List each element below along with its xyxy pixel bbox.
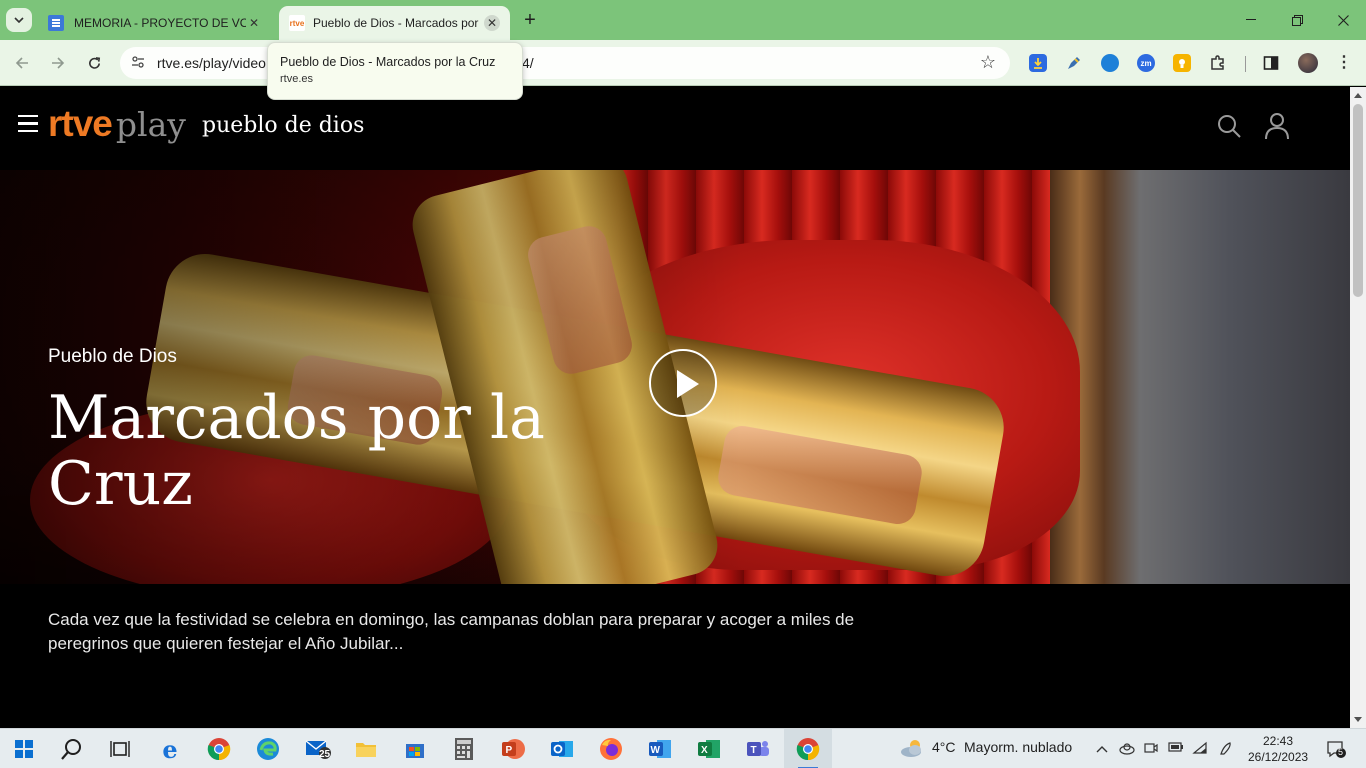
rtve-play-logo[interactable]: rtve play	[48, 103, 186, 145]
hero-banner[interactable]: Pueblo de Dios Marcados por la Cruz	[0, 170, 1350, 584]
url-text: rtve.es/play/video	[157, 55, 266, 71]
minimize-button[interactable]	[1228, 8, 1274, 32]
close-icon[interactable]: ✕	[484, 15, 500, 31]
chrome-icon[interactable]	[794, 735, 822, 763]
svg-text:T: T	[751, 745, 757, 756]
restore-icon	[1291, 14, 1303, 26]
internet-explorer-icon[interactable]: e	[156, 735, 184, 764]
tab-search-button[interactable]	[6, 8, 32, 32]
arrow-right-icon	[52, 57, 65, 69]
notifications-button[interactable]: 5	[1326, 739, 1346, 759]
weather-temperature[interactable]: 4°C	[932, 739, 956, 755]
store-icon[interactable]	[401, 735, 429, 763]
reload-icon	[88, 56, 100, 69]
onedrive-icon[interactable]	[1118, 741, 1136, 758]
address-bar[interactable]: rtve.es/play/video 4/ ☆	[120, 47, 1010, 79]
logo-product: play	[115, 105, 186, 144]
episode-description: Cada vez que la festividad se celebra en…	[48, 610, 855, 653]
tune-icon	[132, 56, 144, 68]
scrollbar-thumb[interactable]	[1353, 104, 1363, 297]
tab-pueblo-de-dios[interactable]: rtve Pueblo de Dios - Marcados por ✕	[279, 6, 510, 40]
meet-now-icon[interactable]	[1144, 741, 1158, 758]
weather-description[interactable]: Mayorm. nublado	[964, 739, 1072, 755]
play-button[interactable]	[649, 349, 717, 417]
windows-taskbar: e 25 P W X T 4°C Mayorm. nublado 22:43 2…	[0, 728, 1366, 768]
outlook-icon[interactable]	[548, 735, 576, 763]
program-title[interactable]: Pueblo de Dios	[48, 346, 177, 368]
site-header: rtve play pueblo de dios	[0, 87, 1350, 170]
powerpoint-icon[interactable]: P	[499, 735, 527, 763]
arrow-left-icon	[15, 57, 28, 69]
back-button[interactable]	[9, 50, 35, 76]
reload-button[interactable]	[81, 50, 107, 76]
notification-count: 5	[1338, 747, 1344, 757]
side-panel-icon[interactable]	[1262, 54, 1280, 72]
close-icon	[1337, 14, 1349, 26]
url-text-tail: 4/	[522, 55, 534, 71]
clock-time: 22:43	[1262, 734, 1294, 748]
excel-icon[interactable]: X	[695, 735, 723, 763]
wifi-icon[interactable]	[1192, 741, 1208, 758]
search-icon[interactable]	[58, 735, 86, 763]
restore-button[interactable]	[1274, 8, 1320, 32]
browser-menu-button[interactable]: ⋮	[1336, 52, 1352, 72]
keep-extension-icon[interactable]	[1173, 54, 1191, 72]
forward-button[interactable]	[45, 50, 71, 76]
tab-title: Pueblo de Dios - Marcados por	[313, 16, 479, 30]
edge-icon[interactable]	[254, 735, 282, 763]
tab-memoria[interactable]: MEMORIA - PROYECTO DE VOL ✕	[38, 6, 272, 40]
mail-icon[interactable]: 25	[304, 735, 332, 763]
minimize-icon	[1246, 19, 1256, 20]
rtve-icon: rtve	[289, 15, 305, 31]
close-icon[interactable]: ✕	[246, 15, 262, 31]
user-icon[interactable]	[1264, 111, 1290, 141]
docs-icon	[48, 15, 64, 31]
cloudy-weather-icon[interactable]	[900, 737, 926, 759]
scroll-down-icon[interactable]	[1354, 717, 1362, 722]
pen-extension-icon[interactable]	[1065, 54, 1083, 72]
chrome-icon[interactable]	[205, 735, 233, 763]
close-window-button[interactable]	[1320, 8, 1366, 32]
toolbar-separator	[1245, 56, 1246, 72]
hover-card-title: Pueblo de Dios - Marcados por la Cruz	[280, 55, 496, 69]
tab-hover-card: Pueblo de Dios - Marcados por la Cruz rt…	[267, 42, 523, 100]
teams-icon[interactable]: T	[744, 735, 772, 763]
mail-badge: 25	[319, 749, 331, 760]
file-explorer-icon[interactable]	[352, 735, 380, 763]
task-view-icon[interactable]	[106, 735, 134, 763]
word-icon[interactable]: W	[646, 735, 674, 763]
clock-date: 26/12/2023	[1248, 750, 1309, 764]
extensions-puzzle-icon[interactable]	[1209, 54, 1227, 72]
hover-card-domain: rtve.es	[280, 73, 314, 85]
firefox-icon[interactable]	[597, 735, 625, 763]
menu-icon[interactable]	[18, 115, 38, 133]
download-extension-icon[interactable]	[1029, 54, 1047, 72]
page-scrollbar[interactable]	[1350, 87, 1366, 728]
section-title: pueblo de dios	[202, 113, 365, 138]
new-tab-button[interactable]: +	[520, 10, 540, 30]
page-content: rtve play pueblo de dios Pueblo de Dios …	[0, 87, 1350, 728]
chevron-down-icon	[14, 17, 24, 23]
episode-title: Marcados por la Cruz	[48, 383, 545, 519]
search-icon[interactable]	[1216, 113, 1242, 139]
browser-tab-strip: MEMORIA - PROYECTO DE VOL ✕ rtve Pueblo …	[0, 0, 1366, 40]
pen-icon[interactable]	[1218, 741, 1234, 760]
compass-extension-icon[interactable]	[1101, 54, 1119, 72]
bookmark-star-icon[interactable]: ☆	[980, 52, 996, 73]
svg-text:W: W	[651, 745, 661, 756]
taskbar-clock[interactable]: 22:43 26/12/2023	[1248, 733, 1308, 765]
calculator-icon[interactable]	[450, 735, 478, 763]
chevron-up-icon[interactable]	[1096, 741, 1108, 756]
battery-icon[interactable]	[1168, 741, 1184, 756]
browser-toolbar: rtve.es/play/video 4/ ☆ zm ⋮	[0, 40, 1366, 86]
windows-start-icon[interactable]	[10, 735, 38, 763]
logo-brand: rtve	[48, 103, 113, 144]
zoom-extension-icon[interactable]: zm	[1137, 54, 1155, 72]
site-info-icon[interactable]	[130, 55, 146, 71]
svg-text:X: X	[701, 745, 708, 756]
profile-avatar[interactable]	[1298, 53, 1318, 73]
svg-text:P: P	[506, 745, 513, 756]
tab-title: MEMORIA - PROYECTO DE VOL	[74, 16, 246, 30]
scroll-up-icon[interactable]	[1354, 93, 1362, 98]
